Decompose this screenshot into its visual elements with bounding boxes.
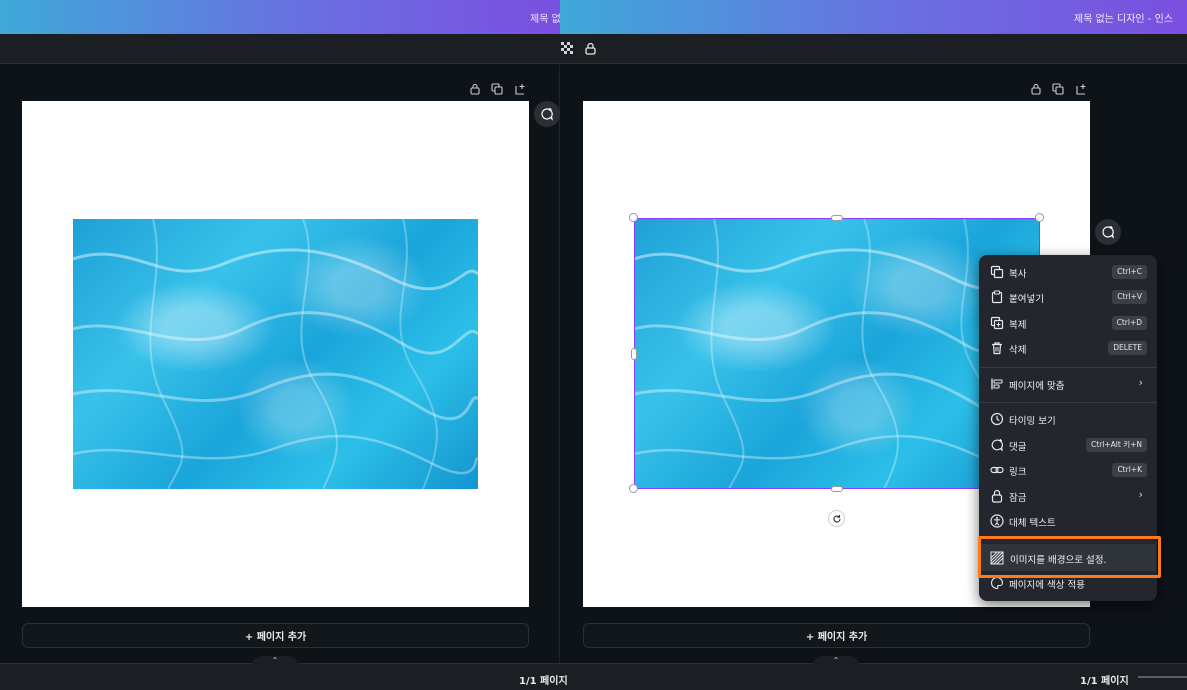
shortcut-badge: Ctrl+K [1112,463,1147,477]
menu-item-label: 대체 텍스트 [1009,518,1056,529]
add-page-button[interactable]: + 페이지 추가 [22,623,529,648]
shortcut-badge: Ctrl+V [1112,290,1147,304]
add-page-icon[interactable] [514,83,526,95]
menu-item-alt-text[interactable]: 대체 텍스트 [979,509,1157,533]
window-titlebar-left: 제목 없 [0,0,560,34]
menu-item-label: 타이밍 보기 [1009,416,1056,427]
window-title-right: 제목 없는 디자인 - 인스 [1073,14,1173,25]
menu-item-show-timing[interactable]: 타이밍 보기 [979,407,1157,431]
menu-item-duplicate[interactable]: 복제 Ctrl+D [979,311,1157,335]
add-comment-button[interactable] [534,101,560,127]
resize-handle-top-right[interactable] [1035,213,1044,222]
lock-icon[interactable] [469,83,481,95]
menu-item-label: 복제 [1009,320,1027,331]
menu-item-label: 붙여넣기 [1009,294,1044,305]
chevron-up-icon: ⌃ [832,656,840,665]
expand-pages-button[interactable]: ⌃ [252,656,298,666]
menu-separator [979,367,1157,368]
menu-item-label: 삭제 [1009,345,1027,356]
window-title-left: 제목 없 [530,14,560,25]
lock-icon[interactable] [584,42,597,55]
shortcut-badge: Ctrl+D [1111,316,1147,330]
page-count-left: 1/1 페이지 [519,676,568,687]
resize-handle-left[interactable] [631,348,637,360]
design-canvas-left[interactable] [22,101,529,607]
menu-item-label: 복사 [1009,269,1027,280]
lock-icon[interactable] [1030,83,1042,95]
menu-item-label: 댓글 [1009,442,1027,453]
rotate-icon [832,514,841,523]
trash-icon [992,342,1002,355]
add-page-button[interactable]: + 페이지 추가 [583,623,1090,648]
copy-icon [990,265,1004,279]
chevron-right-icon: › [1138,376,1143,389]
expand-pages-button[interactable]: ⌃ [813,656,859,666]
resize-handle-top[interactable] [831,215,843,221]
menu-item-label: 페이지에 색상 적용 [1009,580,1085,591]
menu-item-link[interactable]: 링크 Ctrl+K [979,458,1157,482]
menu-item-label: 링크 [1009,467,1027,478]
chevron-up-icon: ⌃ [271,656,279,665]
comment-plus-icon [1102,226,1114,239]
status-bar: 1/1 페이지 1/1 페이지 [0,663,1187,690]
duplicate-icon[interactable] [1052,83,1064,95]
page-count-right: 1/1 페이지 [1080,676,1129,687]
resize-handle-bottom-left[interactable] [629,484,638,493]
transparency-icon[interactable] [561,42,574,55]
align-icon [991,378,1003,390]
menu-item-comment[interactable]: 댓글 Ctrl+Alt 키+N [979,433,1157,457]
add-page-icon[interactable] [1075,83,1087,95]
duplicate-icon [990,316,1004,330]
lock-icon [991,489,1003,503]
comment-icon [991,439,1003,452]
menu-item-align-to-page[interactable]: 페이지에 맞춤 › [979,372,1157,396]
shortcut-badge: DELETE [1108,341,1147,355]
page-actions-left [469,83,529,97]
link-icon [990,466,1004,474]
chevron-right-icon: › [1138,488,1143,501]
window-titlebar-right: 제목 없는 디자인 - 인스 [560,0,1187,34]
resize-handle-top-left[interactable] [629,213,638,222]
shortcut-badge: Ctrl+Alt 키+N [1086,438,1147,452]
accessibility-icon [990,514,1004,528]
menu-item-label: 잠금 [1009,493,1027,504]
menu-item-label: 페이지에 맞춤 [1009,381,1065,392]
menu-item-lock[interactable]: 잠금 › [979,484,1157,508]
pane-divider [559,65,560,663]
duplicate-icon[interactable] [491,83,503,95]
rotate-handle[interactable] [828,510,845,527]
page-actions-right [1030,83,1090,97]
menu-item-delete[interactable]: 삭제 DELETE [979,336,1157,360]
shortcut-badge: Ctrl+C [1112,265,1147,279]
menu-item-copy[interactable]: 복사 Ctrl+C [979,260,1157,284]
comment-plus-icon [541,108,553,121]
annotation-highlight-box [978,536,1161,578]
resize-handle-bottom[interactable] [831,486,843,492]
paste-icon [991,290,1003,304]
editor-root: 제목 없 제목 없는 디자인 - 인스 + 페이지 추가 + 페이지 추가 1/… [0,0,1187,690]
clock-icon [990,412,1004,426]
water-image-left[interactable] [73,219,478,489]
menu-separator [979,402,1157,403]
menu-item-paste[interactable]: 붙여넣기 Ctrl+V [979,285,1157,309]
palette-icon [991,576,1004,590]
zoom-slider[interactable] [1138,676,1187,678]
add-comment-button[interactable] [1095,219,1121,245]
water-texture [73,219,478,489]
editor-toolbar [0,34,1187,64]
